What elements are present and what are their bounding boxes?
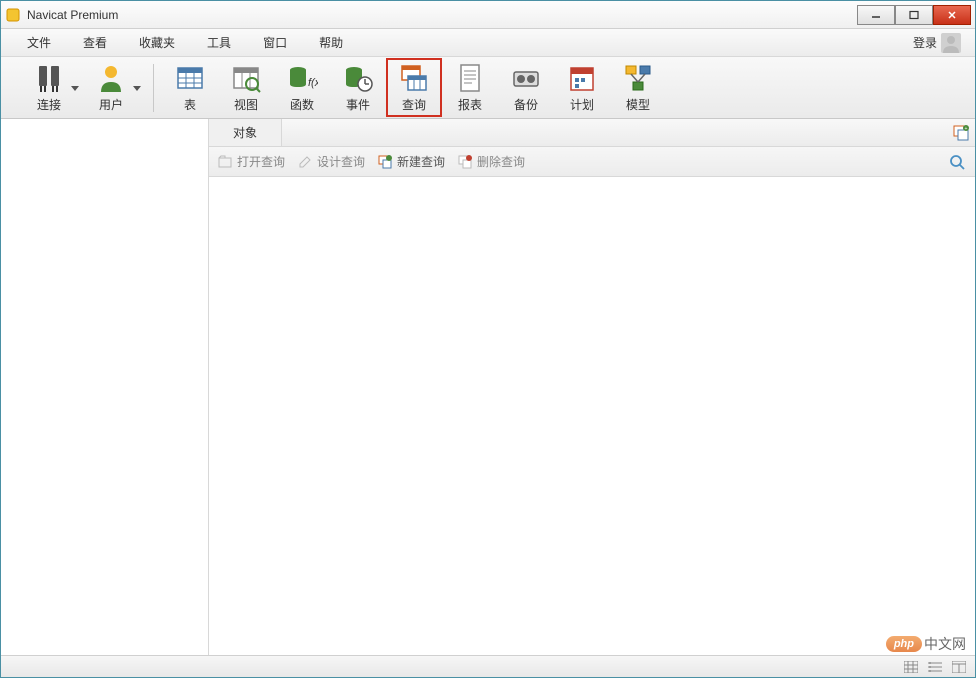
tool-query[interactable]: 查询 [386,58,442,117]
plug-icon [33,62,65,94]
app-icon [5,7,21,23]
menu-file[interactable]: 文件 [11,30,67,55]
login-label: 登录 [913,34,937,51]
action-new-query[interactable]: 新建查询 [377,153,445,170]
tool-label: 函数 [290,96,314,113]
sidebar[interactable] [1,119,209,655]
table-icon [174,62,206,94]
tool-connection[interactable]: 连接 [21,58,83,117]
chevron-down-icon [71,79,79,97]
function-icon: f(x) [286,62,318,94]
menubar: 文件 查看 收藏夹 工具 窗口 帮助 登录 [1,29,975,57]
main-area: 对象 + 打开查询 设计查询 新建查询 删除查询 [1,119,975,655]
window-controls [857,5,971,25]
search-button[interactable] [947,152,967,172]
close-button[interactable] [933,5,971,25]
view-list-button[interactable] [925,659,945,675]
object-header: 对象 + [209,119,975,147]
report-icon [454,62,486,94]
action-label: 设计查询 [317,153,365,170]
action-label: 删除查询 [477,153,525,170]
tool-schedule[interactable]: 计划 [554,58,610,117]
action-label: 新建查询 [397,153,445,170]
window-title: Navicat Premium [27,8,857,22]
statusbar [1,655,975,677]
design-icon [297,154,313,170]
maximize-button[interactable] [895,5,933,25]
minimize-button[interactable] [857,5,895,25]
action-bar: 打开查询 设计查询 新建查询 删除查询 [209,147,975,177]
tool-table[interactable]: 表 [162,58,218,117]
delete-icon [457,154,473,170]
content-body[interactable] [209,177,975,655]
view-detail-button[interactable] [949,659,969,675]
tool-label: 事件 [346,96,370,113]
tool-model[interactable]: 模型 [610,58,666,117]
menu-help[interactable]: 帮助 [303,30,359,55]
menu-window[interactable]: 窗口 [247,30,303,55]
tool-user[interactable]: 用户 [83,58,145,117]
svg-text:f(x): f(x) [308,77,318,89]
schedule-icon [566,62,598,94]
avatar-icon [941,33,961,53]
new-icon [377,154,393,170]
menu-view[interactable]: 查看 [67,30,123,55]
svg-text:+: + [965,126,968,132]
tool-label: 表 [184,96,196,113]
tool-event[interactable]: 事件 [330,58,386,117]
content: 对象 + 打开查询 设计查询 新建查询 删除查询 [209,119,975,655]
titlebar: Navicat Premium [1,1,975,29]
login-area[interactable]: 登录 [913,33,965,53]
action-open-query[interactable]: 打开查询 [217,153,285,170]
tool-label: 计划 [570,96,594,113]
tool-report[interactable]: 报表 [442,58,498,117]
menu-favorites[interactable]: 收藏夹 [123,30,191,55]
view-icon [230,62,262,94]
user-icon [95,62,127,94]
action-design-query[interactable]: 设计查询 [297,153,365,170]
tool-function[interactable]: f(x) 函数 [274,58,330,117]
tool-label: 查询 [402,96,426,113]
toolbar: 连接 用户 表 视图 f(x) 函数 事件 查询 [1,57,975,119]
tool-view[interactable]: 视图 [218,58,274,117]
chevron-down-icon [133,79,141,97]
tool-label: 备份 [514,96,538,113]
separator [153,64,154,112]
object-tab[interactable]: 对象 [209,119,282,146]
tool-label: 视图 [234,96,258,113]
menu-tools[interactable]: 工具 [191,30,247,55]
tool-label: 连接 [37,96,61,113]
action-label: 打开查询 [237,153,285,170]
action-delete-query[interactable]: 删除查询 [457,153,525,170]
model-icon [622,62,654,94]
view-grid-button[interactable] [901,659,921,675]
event-icon [342,62,374,94]
tool-label: 用户 [99,96,123,113]
tool-backup[interactable]: 备份 [498,58,554,117]
backup-icon [510,62,542,94]
query-icon [398,62,430,94]
open-icon [217,154,233,170]
object-action-icon[interactable]: + [947,119,975,147]
tool-label: 报表 [458,96,482,113]
tool-label: 模型 [626,96,650,113]
